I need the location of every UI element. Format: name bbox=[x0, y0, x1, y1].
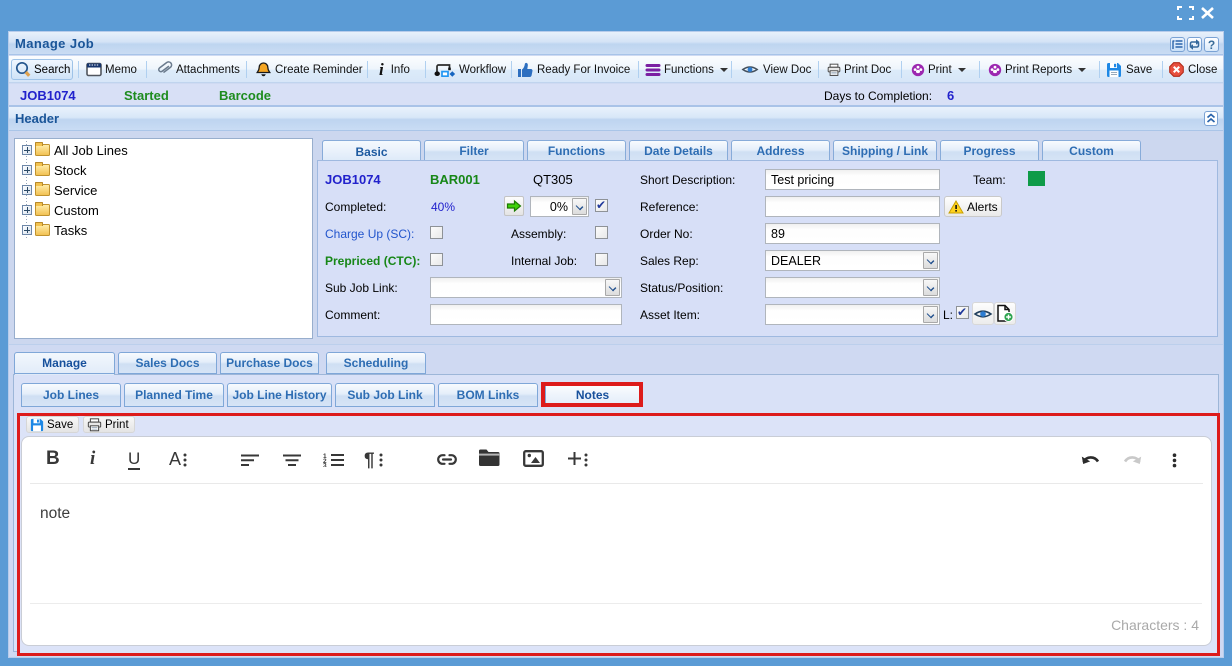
svg-text:3: 3 bbox=[323, 463, 327, 468]
